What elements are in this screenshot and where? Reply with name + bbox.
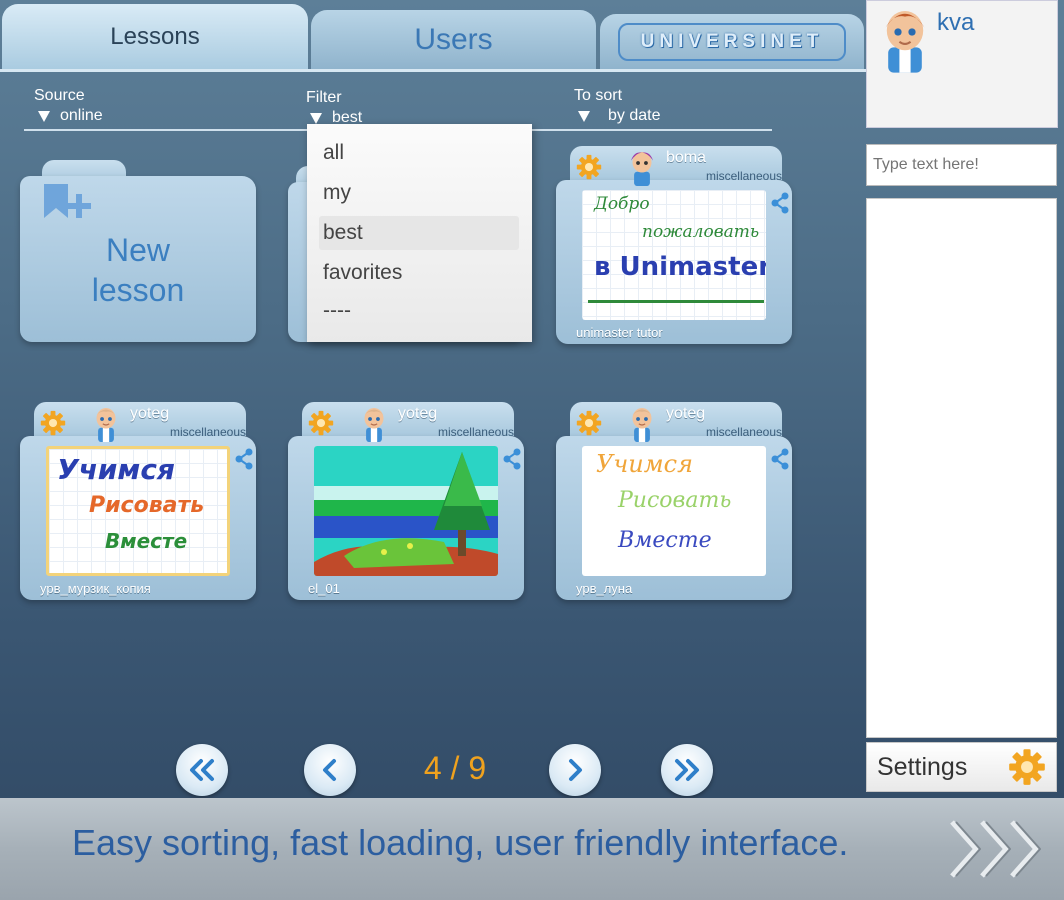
filter-option-all[interactable]: all bbox=[319, 136, 519, 170]
promo-banner: Easy sorting, fast loading, user friendl… bbox=[0, 798, 1064, 900]
filter-label: Filter bbox=[306, 89, 342, 106]
lesson-name: unimaster tutor bbox=[576, 325, 663, 340]
lesson-category: miscellaneous bbox=[169, 425, 246, 439]
prev-page-button[interactable] bbox=[304, 744, 356, 796]
chevron-right-icon bbox=[569, 759, 582, 781]
source-select[interactable]: Source online bbox=[34, 86, 103, 126]
tab-lessons[interactable]: Lessons bbox=[2, 4, 308, 70]
chat-input[interactable] bbox=[866, 144, 1057, 186]
thumb-line: Учимся bbox=[57, 453, 175, 486]
tab-lessons-label: Lessons bbox=[110, 23, 200, 50]
dropdown-arrow-icon bbox=[310, 112, 322, 124]
banner-text: Easy sorting, fast loading, user friendl… bbox=[72, 822, 849, 863]
dropdown-arrow-icon bbox=[38, 110, 50, 122]
gear-icon[interactable] bbox=[576, 154, 602, 180]
thumb-line: Рисовать bbox=[618, 488, 732, 513]
lesson-card[interactable]: yoteg miscellaneous Учимся Рисовать Вмес… bbox=[20, 402, 256, 600]
thumb-line: в Unimaster bbox=[594, 252, 766, 282]
owner-avatar bbox=[358, 404, 390, 442]
lesson-category: miscellaneous bbox=[705, 169, 782, 183]
share-icon[interactable] bbox=[234, 448, 254, 470]
lesson-thumbnail bbox=[314, 446, 498, 576]
filter-option-my[interactable]: my bbox=[319, 176, 519, 210]
owner-name: yoteg bbox=[130, 405, 170, 422]
first-page-button[interactable] bbox=[176, 744, 228, 796]
lesson-name: урв_мурзик_копия bbox=[40, 581, 151, 596]
gear-icon bbox=[1008, 748, 1046, 786]
thumb-line: Вместе bbox=[618, 528, 712, 553]
lesson-card[interactable]: yoteg miscellaneous Учимся Рисовать Вмес… bbox=[556, 402, 792, 600]
owner-name: yoteg bbox=[666, 405, 706, 422]
owner-name: boma bbox=[666, 149, 707, 166]
lesson-name: el_01 bbox=[308, 581, 340, 596]
thumb-line: пожаловать bbox=[642, 222, 760, 242]
tab-users-label: Users bbox=[414, 23, 493, 56]
new-lesson-line2: lesson bbox=[91, 272, 185, 308]
dropdown-arrow-icon bbox=[578, 110, 590, 122]
sort-select[interactable]: To sort by date bbox=[574, 86, 660, 126]
thumb-underline bbox=[588, 300, 764, 303]
user-avatar bbox=[885, 11, 925, 73]
filter-option-best[interactable]: best bbox=[319, 216, 519, 250]
thumb-line: Вместе bbox=[105, 529, 188, 553]
new-lesson-label: New lesson bbox=[20, 230, 256, 310]
owner-avatar bbox=[626, 404, 658, 442]
lesson-card[interactable]: boma miscellaneous Добро пожаловать в Un… bbox=[556, 146, 792, 344]
username: kva bbox=[937, 9, 975, 36]
lesson-thumbnail: Учимся Рисовать Вместе bbox=[46, 446, 230, 576]
lesson-name: урв_луна bbox=[576, 581, 633, 596]
double-chevron-left-icon bbox=[190, 759, 214, 781]
settings-button[interactable]: Settings bbox=[866, 742, 1057, 792]
share-icon[interactable] bbox=[770, 448, 790, 470]
main-tabs: Lessons Users UNIVERSINET bbox=[0, 0, 866, 72]
filter-select[interactable]: Filter best bbox=[306, 88, 362, 128]
sort-value: by date bbox=[608, 107, 661, 124]
lesson-card[interactable]: yoteg miscellaneous el_01 bbox=[288, 402, 524, 600]
double-chevron-right-icon bbox=[675, 759, 699, 781]
source-value: online bbox=[60, 107, 103, 124]
lesson-thumbnail: Добро пожаловать в Unimaster bbox=[582, 190, 766, 320]
triple-chevron-right-icon[interactable] bbox=[946, 816, 1054, 882]
last-page-button[interactable] bbox=[661, 744, 713, 796]
filter-dropdown-menu: all my best favorites ---- bbox=[307, 124, 532, 342]
new-lesson-line1: New bbox=[105, 232, 170, 268]
owner-avatar bbox=[90, 404, 122, 442]
thumb-line: Учимся bbox=[596, 450, 693, 478]
sort-label: To sort bbox=[574, 87, 623, 104]
thumb-line: Рисовать bbox=[89, 493, 205, 518]
chevron-left-icon bbox=[323, 759, 336, 781]
filter-option-separator: ---- bbox=[323, 299, 351, 322]
gear-icon[interactable] bbox=[308, 410, 334, 436]
universinet-logo: UNIVERSINET bbox=[618, 23, 846, 61]
next-page-button[interactable] bbox=[549, 744, 601, 796]
thumb-line: Добро bbox=[594, 194, 650, 214]
universinet-logo-text: UNIVERSINET bbox=[640, 31, 824, 52]
share-icon[interactable] bbox=[502, 448, 522, 470]
tab-users[interactable]: Users bbox=[311, 10, 596, 70]
filter-option-favorites[interactable]: favorites bbox=[319, 256, 519, 290]
settings-label: Settings bbox=[877, 752, 968, 781]
source-label: Source bbox=[34, 87, 85, 104]
lesson-category: miscellaneous bbox=[705, 425, 782, 439]
lesson-thumbnail: Учимся Рисовать Вместе bbox=[582, 446, 766, 576]
page-indicator: 4 / 9 bbox=[423, 750, 487, 786]
gear-icon[interactable] bbox=[576, 410, 602, 436]
chat-messages-area[interactable] bbox=[866, 198, 1057, 738]
owner-name: yoteg bbox=[398, 405, 438, 422]
share-icon[interactable] bbox=[770, 192, 790, 214]
owner-avatar bbox=[630, 151, 654, 186]
tabs-divider bbox=[0, 69, 866, 72]
tab-universinet-logo[interactable]: UNIVERSINET bbox=[600, 14, 864, 70]
lesson-category: miscellaneous bbox=[437, 425, 514, 439]
gear-icon[interactable] bbox=[40, 410, 66, 436]
new-lesson-card[interactable]: New lesson bbox=[20, 146, 256, 344]
user-panel[interactable]: kva bbox=[866, 0, 1058, 128]
